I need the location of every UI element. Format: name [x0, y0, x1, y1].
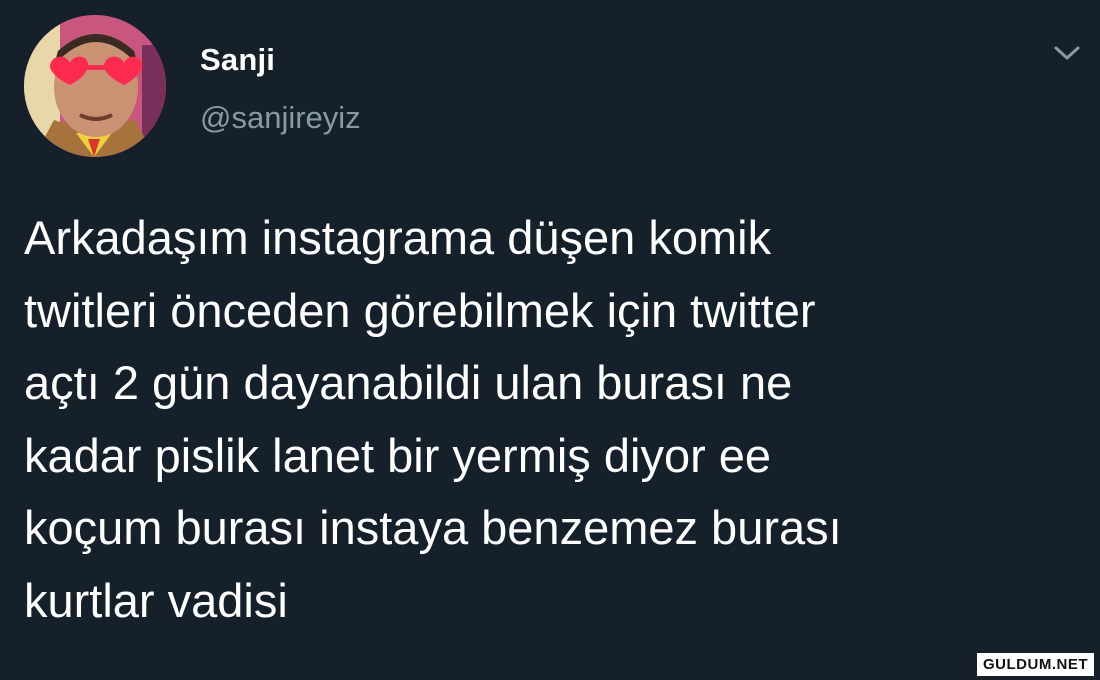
- tweet-text-line: kurtlar vadisi: [24, 573, 288, 627]
- tweet-card: Sanji @sanjireyiz Arkadaşım instagrama d…: [0, 0, 1100, 680]
- tweet-text-line: twitleri önceden görebilmek için twitter: [24, 283, 816, 337]
- tweet-text: Arkadaşım instagrama düşen komik twitler…: [24, 202, 1084, 637]
- tweet-text-line: Arkadaşım instagrama düşen komik: [24, 211, 772, 264]
- display-name[interactable]: Sanji: [200, 42, 275, 78]
- tweet-text-line: açtı 2 gün dayanabildi ulan burası ne: [24, 356, 793, 409]
- watermark: GULDUM.NET: [977, 653, 1094, 676]
- profile-photo-icon[interactable]: [24, 15, 166, 157]
- user-handle[interactable]: @sanjireyiz: [200, 100, 361, 136]
- tweet-text-line: kadar pislik lanet bir yermiş diyor ee: [24, 428, 772, 482]
- avatar-illustration: [24, 15, 166, 157]
- tweet-text-line: koçum burası instaya benzemez burası: [24, 501, 842, 554]
- chevron-down-icon[interactable]: [1050, 40, 1084, 66]
